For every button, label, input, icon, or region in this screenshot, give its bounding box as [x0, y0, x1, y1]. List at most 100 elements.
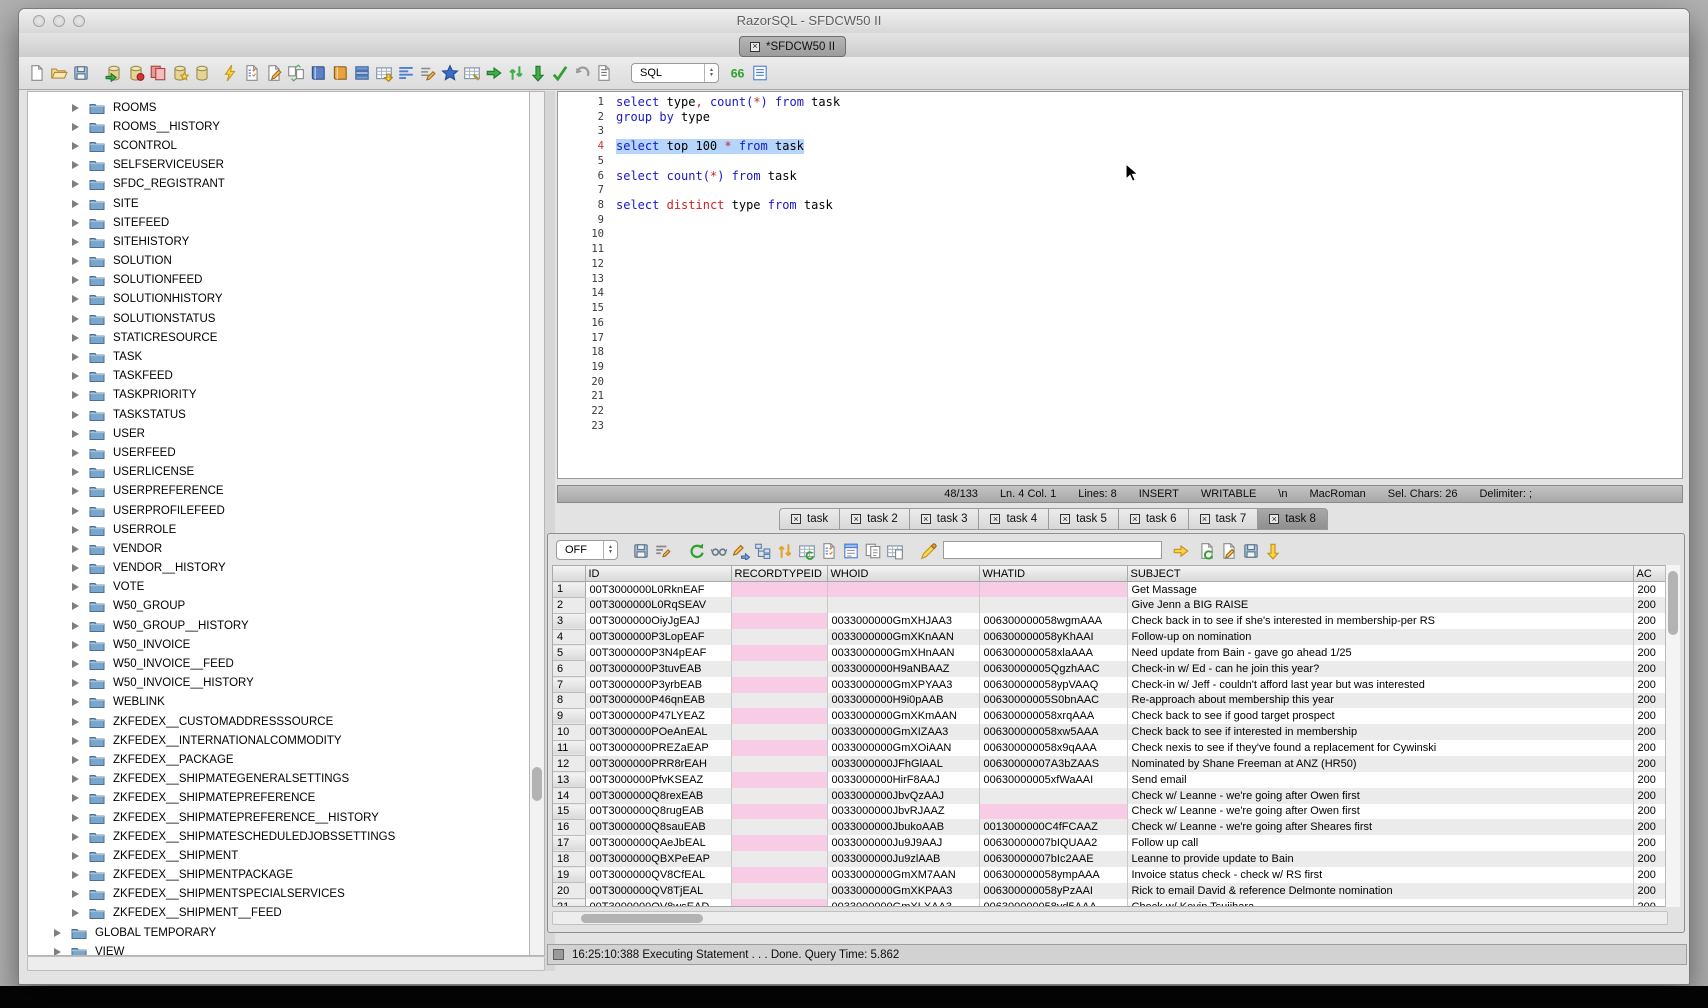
cell-who[interactable]: 0033000000GmXKnAAN — [827, 629, 979, 645]
page-edit-icon[interactable] — [1220, 542, 1238, 560]
cell-id[interactable]: 00T3000000P47LYEAZ — [585, 708, 731, 724]
cell-subj[interactable]: Leanne to provide update to Bain — [1127, 851, 1633, 867]
cell-who[interactable]: 0033000000GmXHnAAN — [827, 645, 979, 661]
cell-what[interactable] — [979, 582, 1127, 598]
page-refresh-icon[interactable] — [1198, 542, 1216, 560]
editor-line[interactable]: 17 — [558, 331, 1682, 346]
disclosure-triangle-icon[interactable] — [72, 679, 79, 687]
tab-close-icon[interactable]: × — [1060, 514, 1070, 524]
disclosure-triangle-icon[interactable] — [72, 660, 79, 668]
cell-rt[interactable] — [731, 835, 827, 851]
cell-rt[interactable] — [731, 804, 827, 820]
sidebar-item-weblink[interactable]: WEBLINK — [28, 693, 529, 712]
disclosure-triangle-icon[interactable] — [72, 775, 79, 783]
sidebar-item-zkfedex-shipmatepreference[interactable]: ZKFEDEX__SHIPMATEPREFERENCE — [28, 789, 529, 808]
cell-ac[interactable]: 200 — [1633, 613, 1668, 629]
sidebar-item-site[interactable]: SITE — [28, 194, 529, 213]
disclosure-triangle-icon[interactable] — [72, 507, 79, 515]
sidebar-item-zkfedex-shipmentpackage[interactable]: ZKFEDEX__SHIPMENTPACKAGE — [28, 866, 529, 885]
tab-close-icon[interactable]: × — [851, 514, 861, 524]
cell-num[interactable]: 14 — [553, 788, 585, 804]
sidebar-scrollbar-thumb[interactable] — [532, 767, 542, 801]
sidebar-item-userfeed[interactable]: USERFEED — [28, 443, 529, 462]
describe-icon[interactable] — [243, 64, 261, 82]
cell-who[interactable]: 0033000000GmXHJAA3 — [827, 613, 979, 629]
cell-who[interactable]: 0033000000GmXIZAA3 — [827, 724, 979, 740]
table-row[interactable]: 600T3000000P3tuvEAB0033000000H9aNBAAZ006… — [553, 661, 1668, 677]
cell-what[interactable]: 00630000005xfWaAAI — [979, 772, 1127, 788]
cell-num[interactable]: 7 — [553, 677, 585, 693]
disclosure-triangle-icon[interactable] — [72, 372, 79, 380]
editor-line[interactable]: 14 — [558, 286, 1682, 301]
result-tab-task[interactable]: ×task — [779, 508, 839, 530]
sidebar-item-zkfedex-internationalcommodity[interactable]: ZKFEDEX__INTERNATIONALCOMMODITY — [28, 731, 529, 750]
cell-ac[interactable]: 200 — [1633, 724, 1668, 740]
cell-num[interactable]: 11 — [553, 740, 585, 756]
sidebar-item-sitefeed[interactable]: SITEFEED — [28, 213, 529, 232]
sync-icon[interactable] — [507, 64, 525, 82]
disclosure-triangle-icon[interactable] — [72, 526, 79, 534]
compare-icon[interactable] — [287, 64, 305, 82]
row-limit-select[interactable]: OFF ▲▼ — [556, 540, 618, 560]
cell-ac[interactable]: 200 — [1633, 819, 1668, 835]
table-row[interactable]: 2000T3000000QV8TjEAL0033000000GmXKPAA300… — [553, 883, 1668, 899]
result-tab-task-5[interactable]: ×task 5 — [1048, 508, 1118, 530]
editor-line[interactable]: 13 — [558, 272, 1682, 287]
cell-subj[interactable]: Nominated by Shane Freeman at ANZ (HR50) — [1127, 756, 1633, 772]
cell-who[interactable]: 0033000000GmXKmAAN — [827, 708, 979, 724]
cell-rt[interactable] — [731, 613, 827, 629]
result-tab-task-8[interactable]: ×task 8 — [1257, 508, 1328, 530]
tab-close-icon[interactable]: × — [1200, 514, 1210, 524]
cell-ac[interactable]: 200 — [1633, 883, 1668, 899]
sidebar-item-vendor[interactable]: VENDOR — [28, 539, 529, 558]
cell-id[interactable]: 00T3000000POeAnEAL — [585, 724, 731, 740]
save-icon[interactable] — [632, 542, 650, 560]
result-tab-task-6[interactable]: ×task 6 — [1118, 508, 1188, 530]
cell-who[interactable]: 0033000000JbukoAAB — [827, 819, 979, 835]
cell-id[interactable]: 00T3000000QV8wsEAD — [585, 899, 731, 907]
cell-what[interactable]: 006300000058yPzAAI — [979, 883, 1127, 899]
cell-ac[interactable]: 200 — [1633, 597, 1668, 613]
column-header-who[interactable]: WHOID — [827, 566, 979, 582]
cell-id[interactable]: 00T3000000PRR8rEAH — [585, 756, 731, 772]
cell-ac[interactable]: 200 — [1633, 645, 1668, 661]
tab-close-icon[interactable]: × — [791, 514, 801, 524]
disclosure-triangle-icon[interactable] — [72, 238, 79, 246]
editor-line[interactable]: 20 — [558, 375, 1682, 390]
cell-num[interactable]: 16 — [553, 819, 585, 835]
cell-subj[interactable]: Check w/ Leanne - we're going after Shea… — [1127, 819, 1633, 835]
results-horizontal-scrollbar[interactable] — [552, 911, 1668, 925]
sidebar-item-userlicense[interactable]: USERLICENSE — [28, 463, 529, 482]
sidebar-item-scontrol[interactable]: SCONTROL — [28, 136, 529, 155]
sidebar-item-solutionhistory[interactable]: SOLUTIONHISTORY — [28, 290, 529, 309]
disclosure-triangle-icon[interactable] — [72, 909, 79, 917]
cell-num[interactable]: 5 — [553, 645, 585, 661]
cell-id[interactable]: 00T3000000P3tuvEAB — [585, 661, 731, 677]
table-row[interactable]: 400T3000000P3LopEAF0033000000GmXKnAAN006… — [553, 629, 1668, 645]
cell-id[interactable]: 00T3000000Q8rugEAB — [585, 804, 731, 820]
disclosure-triangle-icon[interactable] — [72, 353, 79, 361]
sidebar-item-zkfedex-shipment[interactable]: ZKFEDEX__SHIPMENT — [28, 846, 529, 865]
disclosure-triangle-icon[interactable] — [72, 890, 79, 898]
disclosure-triangle-icon[interactable] — [72, 583, 79, 591]
table-row[interactable]: 1700T3000000QAeJbEAL0033000000Ju9J9AAJ00… — [553, 835, 1668, 851]
editor-line[interactable]: 6select count(*) from task — [558, 169, 1682, 184]
page-icon[interactable] — [842, 542, 860, 560]
cell-what[interactable]: 006300000058x9qAAA — [979, 740, 1127, 756]
disclosure-triangle-icon[interactable] — [72, 295, 79, 303]
sql-editor[interactable]: 1select type, count(*) from task2group b… — [557, 91, 1683, 479]
cell-id[interactable]: 00T3000000P3LopEAF — [585, 629, 731, 645]
cell-rt[interactable] — [731, 899, 827, 907]
sidebar-item-w50-invoice-history[interactable]: W50_INVOICE__HISTORY — [28, 674, 529, 693]
cell-num[interactable]: 8 — [553, 693, 585, 709]
cell-what[interactable] — [979, 804, 1127, 820]
table-row[interactable]: 1800T3000000QBXPeEAP0033000000Ju9zlAAB00… — [553, 851, 1668, 867]
table-row[interactable]: 700T3000000P3yrbEAB0033000000GmXPYAA3006… — [553, 677, 1668, 693]
cell-subj[interactable]: Rick to email David & reference Delmonte… — [1127, 883, 1633, 899]
cell-num[interactable]: 19 — [553, 867, 585, 883]
table-row[interactable]: 1500T3000000Q8rugEAB0033000000JbvRJAAZCh… — [553, 804, 1668, 820]
disclosure-triangle-icon[interactable] — [72, 756, 79, 764]
save-icon[interactable] — [72, 64, 90, 82]
editor-line[interactable]: 21 — [558, 389, 1682, 404]
sidebar-item-view[interactable]: VIEW — [28, 942, 529, 956]
